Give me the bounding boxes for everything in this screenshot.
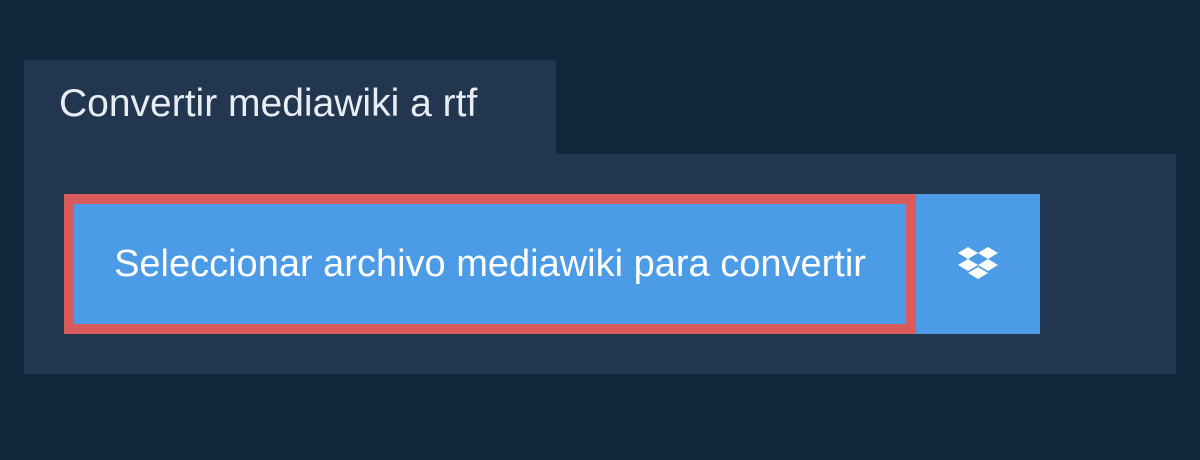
select-file-label: Seleccionar archivo mediawiki para conve… bbox=[114, 242, 866, 285]
select-file-button[interactable]: Seleccionar archivo mediawiki para conve… bbox=[64, 194, 916, 334]
dropbox-icon bbox=[958, 247, 998, 279]
dropbox-button[interactable] bbox=[916, 194, 1040, 334]
upload-panel: Seleccionar archivo mediawiki para conve… bbox=[24, 154, 1176, 374]
page-title: Convertir mediawiki a rtf bbox=[59, 82, 478, 125]
title-tab: Convertir mediawiki a rtf bbox=[24, 60, 556, 156]
